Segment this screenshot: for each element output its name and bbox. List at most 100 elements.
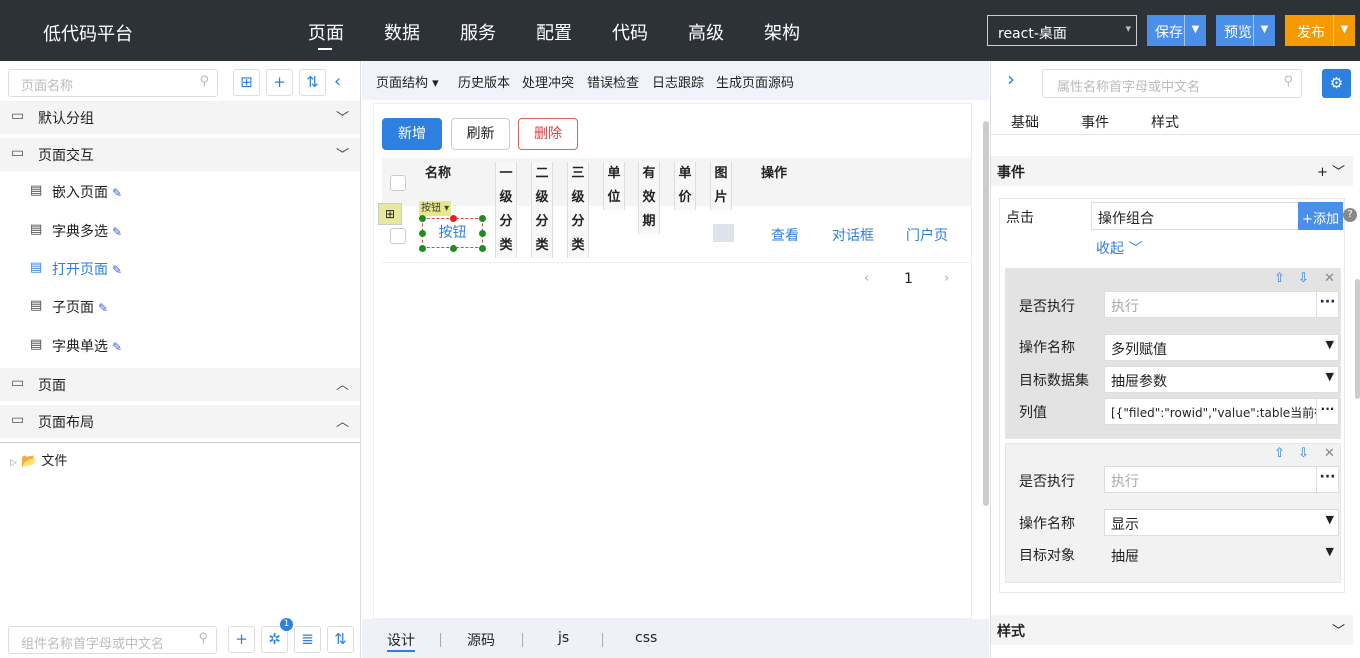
collapse-sidebar-icon[interactable]: ‹ [334,71,341,92]
nav-page[interactable]: 页面 [308,19,344,45]
exec-input[interactable]: 执行 ··· [1104,291,1339,318]
nav-data[interactable]: 数据 [384,19,420,45]
nav-service[interactable]: 服务 [460,19,496,45]
page-item[interactable]: ▤ 字典多选 ✎ [30,221,122,241]
platform-select[interactable]: react-桌面 ▾ [987,15,1137,46]
column-header-actions[interactable]: 操作 [754,162,794,186]
close-icon[interactable]: ✕ [1324,446,1335,461]
resize-handle[interactable] [479,230,486,237]
tab-js[interactable]: js [558,630,569,646]
nav-code[interactable]: 代码 [612,19,648,45]
column-header-unit[interactable]: 单位 [603,162,625,210]
exec-input[interactable]: 执行 ··· [1104,466,1339,493]
save-button[interactable]: 保存 ▼ [1147,15,1206,46]
tab-source[interactable]: 源码 [467,630,495,650]
group-page[interactable]: ▭ 页面 ︿ [0,368,360,401]
menu-error-check[interactable]: 错误检查 [587,72,639,91]
new-folder-icon[interactable]: ⊞ [233,69,260,96]
target-dataset-select[interactable]: 抽屉参数 ▼ [1104,366,1339,393]
edit-icon[interactable]: ✎ [98,301,108,315]
edit-icon[interactable]: ✎ [112,340,122,354]
resize-handle[interactable] [419,215,426,222]
scrollbar[interactable] [1355,279,1360,399]
menu-log[interactable]: 日志跟踪 [652,72,704,91]
more-icon[interactable]: ··· [1316,467,1338,492]
resize-handle[interactable] [450,215,457,222]
nav-advanced[interactable]: 高级 [688,19,724,45]
menu-history[interactable]: 历史版本 [458,72,510,91]
page-item-active[interactable]: ▤ 打开页面 ✎ [30,259,122,279]
tab-design[interactable]: 设计 [387,630,415,652]
close-icon[interactable]: ✕ [1324,271,1335,286]
caret-right-icon[interactable]: ▷ [10,458,17,468]
edit-icon[interactable]: ✎ [112,225,122,239]
publish-button[interactable]: 发布 ▼ [1285,15,1355,46]
column-header-name[interactable]: 名称 [418,162,458,186]
resize-handle[interactable] [419,230,426,237]
selected-component-tag[interactable]: 按钮 ▾ [419,201,452,216]
column-header-validity[interactable]: 有效期 [638,162,660,234]
collapse-link[interactable]: 收起 ﹀ [1096,238,1142,258]
dropdown-arrow-icon[interactable]: ▼ [1253,15,1275,46]
more-icon[interactable]: ··· [1316,292,1338,317]
group-interaction[interactable]: ▭ 页面交互 ﹀ [0,138,360,171]
tab-basic[interactable]: 基础 [1011,112,1039,132]
dropdown-arrow-icon[interactable]: ▼ [1333,15,1355,46]
component-search-input[interactable]: 组件名称首字母或中文名 ⚲ [8,626,217,654]
add-icon[interactable]: + [228,626,255,653]
page-search-input[interactable]: 页面名称 ⚲ [8,69,218,97]
tab-css[interactable]: css [635,630,657,646]
action-name-select[interactable]: 显示 ▼ [1104,509,1339,536]
group-default[interactable]: ▭ 默认分组 ﹀ [0,101,360,134]
column-header-image[interactable]: 图片 [710,162,732,210]
portal-link[interactable]: 门户页 [906,225,948,245]
page-item[interactable]: ▤ 子页面 ✎ [30,297,108,317]
refresh-button[interactable]: 刷新 [451,118,510,150]
move-up-icon[interactable]: ⇧ [1274,271,1285,286]
dialog-link[interactable]: 对话框 [832,225,874,245]
select-all-checkbox[interactable] [390,175,406,191]
more-icon[interactable]: ··· [1316,399,1338,424]
row-checkbox[interactable] [390,228,406,244]
add-icon[interactable]: + [1317,165,1328,180]
add-event-button[interactable]: +添加 [1298,202,1343,230]
target-object-select[interactable]: 抽屉 ▼ [1104,541,1339,568]
page-item[interactable]: ▤ 字典单选 ✎ [30,336,122,356]
property-search-input[interactable]: 属性名称首字母或中文名 ⚲ [1042,69,1302,98]
move-down-icon[interactable]: ⇩ [1298,271,1309,286]
action-name-select[interactable]: 多列赋值 ▼ [1104,334,1339,361]
chevron-right-icon[interactable]: › [1007,67,1015,91]
next-page-icon[interactable]: › [944,271,949,286]
component-handle-icon[interactable]: ⊞ [378,203,402,225]
help-icon[interactable]: ? [1343,208,1357,222]
nav-config[interactable]: 配置 [536,19,572,45]
menu-generate-source[interactable]: 生成页面源码 [716,72,794,91]
move-down-icon[interactable]: ⇩ [1298,446,1309,461]
column-value-input[interactable]: [{"filed":"rowid","value":table当前行 ··· [1104,398,1339,425]
edit-icon[interactable]: ✎ [112,263,122,277]
tab-style[interactable]: 样式 [1151,112,1179,132]
move-up-icon[interactable]: ⇧ [1274,446,1285,461]
resize-handle[interactable] [450,245,457,252]
view-link[interactable]: 查看 [771,225,799,245]
gear-icon[interactable]: ⚙ [1322,69,1351,98]
page-item[interactable]: ▤ 嵌入页面 ✎ [30,182,122,202]
sort-icon[interactable]: ⇅ [299,69,326,96]
sort-icon[interactable]: ⇅ [327,626,354,653]
preview-button[interactable]: 预览 ▼ [1216,15,1275,46]
dropdown-arrow-icon[interactable]: ▼ [1184,15,1206,46]
resize-handle[interactable] [479,245,486,252]
menu-conflict[interactable]: 处理冲突 [522,72,574,91]
page-number[interactable]: 1 [904,271,913,287]
delete-button[interactable]: 删除 [518,118,578,150]
click-event-input[interactable]: 操作组合 [1091,202,1299,230]
scrollbar[interactable] [983,121,989,506]
tab-events[interactable]: 事件 [1081,112,1109,132]
column-header-price[interactable]: 单价 [674,162,696,210]
tree-node-file[interactable]: ▷ 📂 文件 [10,450,67,469]
group-layout[interactable]: ▭ 页面布局 ︿ [0,405,360,438]
row-button[interactable]: 按钮 [422,218,483,248]
nav-architecture[interactable]: 架构 [764,19,800,45]
design-canvas[interactable]: 新增 刷新 删除 名称 一级分类 二级分类 三级分类 单位 有效期 单价 图片 … [373,103,972,619]
add-icon[interactable]: + [266,69,293,96]
